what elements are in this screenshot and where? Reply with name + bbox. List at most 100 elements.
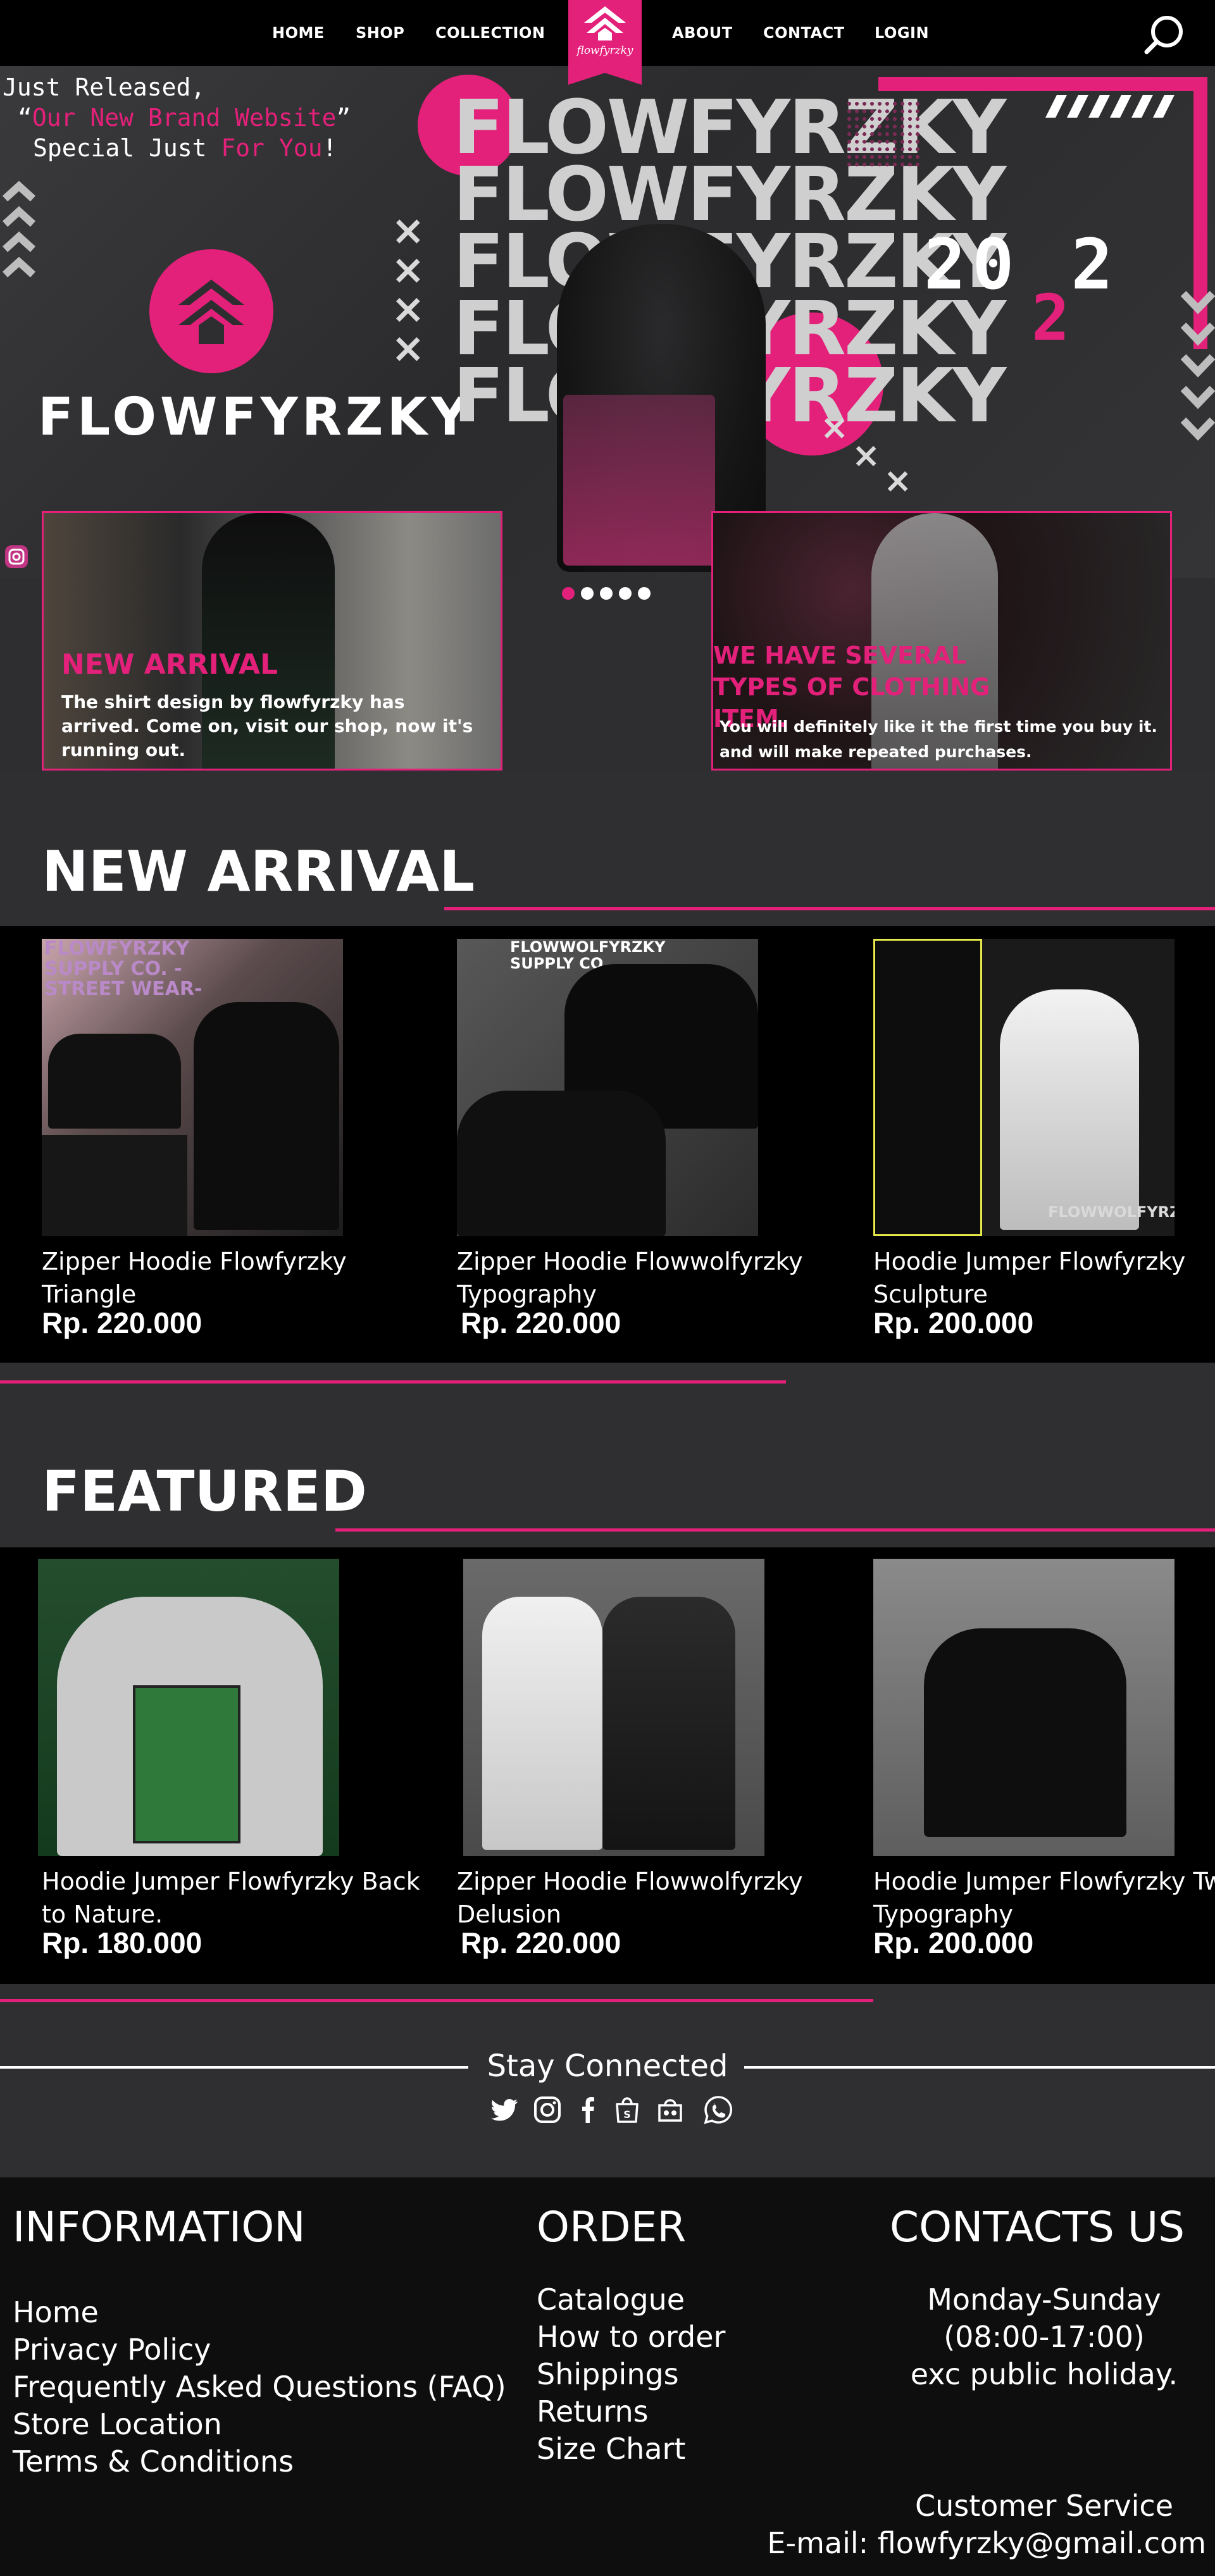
new-arrival-header: NEW ARRIVAL [0,771,1215,926]
contacts-title: CONTACTS US [890,2203,1185,2251]
product-name[interactable]: Zipper Hoodie Flowfyrzky Triangle [42,1245,421,1311]
product-image[interactable]: FLOWFYRZKY SUPPLY CO. -STREET WEAR- [42,939,343,1236]
tokopedia-icon[interactable] [654,2094,686,2126]
logo-chevron-icon [584,6,626,40]
chevron-down-stack-icon [1181,290,1215,441]
slider-dot[interactable] [619,587,632,600]
order-title: ORDER [537,2203,687,2251]
section-divider [0,1999,873,2002]
divider-line [744,2066,1215,2069]
dot-grid-decoration [845,100,920,170]
hero-intro: Just Released, “Our New Brand Website” S… [3,72,351,163]
contact-email[interactable]: E-mail: flowfyrzky@gmail.com [747,2525,1215,2562]
pink-frame-line [878,77,1207,91]
search-icon[interactable] [1142,13,1186,57]
footer-link-home[interactable]: Home [13,2294,506,2331]
x-decoration-icon: × [820,407,849,447]
x-decoration-icon: × [852,435,881,475]
information-title: INFORMATION [13,2203,306,2251]
stay-connected-title: Stay Connected [487,2048,728,2084]
slider-dot[interactable] [562,587,575,600]
product-name[interactable]: Hoodie Jumper Flowfyrzky Twin Typography [873,1865,1215,1931]
whatsapp-icon[interactable] [702,2094,734,2126]
slider-dot[interactable] [581,587,594,600]
logo-text: flowfyrzky [576,44,633,57]
nav-login[interactable]: LOGIN [875,24,929,42]
promo-card-text: You will definitely like it the first ti… [720,717,1157,761]
product-name[interactable]: Hoodie Jumper Flowfyrzky Back to Nature. [42,1865,421,1931]
hero-line-3: Special Just For You! [33,134,337,162]
svg-text:S: S [623,2108,631,2121]
nav-shop[interactable]: SHOP [356,24,404,42]
product-image[interactable] [38,1559,339,1856]
section-divider [0,1380,786,1384]
promo-card-text: The shirt design by flowfyrzky has arriv… [61,691,473,760]
x-decoration-icon: × [883,461,913,500]
facebook-icon[interactable] [572,2094,604,2126]
slider-dots [562,587,651,600]
slider-dot[interactable] [600,587,613,600]
section-divider [335,1528,1215,1532]
instagram-icon[interactable] [532,2094,563,2126]
promo-card-clothing-types[interactable]: WE HAVE SEVERAL TYPES OF CLOTHING ITEM. … [711,511,1172,771]
instagram-icon[interactable] [4,544,29,569]
footer-link-terms[interactable]: Terms & Conditions [13,2443,506,2480]
nav-contact[interactable]: CONTACT [763,24,845,42]
footer-link-catalogue[interactable]: Catalogue [537,2281,725,2319]
product-price: Rp. 220.000 [461,1306,621,1339]
product-name[interactable]: Zipper Hoodie Flowwolfyrzky Typography [457,1245,837,1311]
hero-brand-logo [149,249,273,373]
featured-header: FEATURED [0,1363,1215,1547]
stay-connected: Stay Connected S [0,1999,1215,2177]
product-image[interactable] [873,1559,1174,1856]
top-nav: HOME SHOP COLLECTION flowfyrzky ABOUT CO… [0,0,1215,85]
information-links: Home Privacy Policy Frequently Asked Que… [13,2294,506,2480]
hero-model-print [563,395,715,566]
order-links: Catalogue How to order Shippings Returns… [537,2281,725,2468]
slider-dot[interactable] [638,587,651,600]
shopee-icon[interactable]: S [611,2094,643,2126]
divider-line [0,2066,468,2069]
hero-line-1: Just Released, [3,73,206,101]
promo-card-title: NEW ARRIVAL [61,648,278,681]
footer-link-size-chart[interactable]: Size Chart [537,2430,725,2468]
new-arrival-title: NEW ARRIVAL [42,839,475,904]
product-price: Rp. 220.000 [461,1926,621,1959]
product-name[interactable]: Hoodie Jumper Flowfyrzky Sculpture [873,1245,1215,1311]
hero-banner: Just Released, “Our New Brand Website” S… [0,66,1215,578]
x-pattern-icon: × × × × [391,207,425,372]
footer-link-returns[interactable]: Returns [537,2393,725,2430]
footer-link-faq[interactable]: Frequently Asked Questions (FAQ) [13,2369,506,2406]
hero-year: 20 2 [924,224,1119,305]
product-price: Rp. 180.000 [42,1926,202,1959]
brand-chevron-icon [178,280,244,344]
product-price: Rp. 200.000 [873,1926,1034,1959]
product-image[interactable] [463,1559,764,1856]
promo-card-new-arrival[interactable]: NEW ARRIVAL The shirt design by flowfyrz… [42,511,502,771]
footer-link-how-to-order[interactable]: How to order [537,2319,725,2356]
new-arrival-products: FLOWFYRZKY SUPPLY CO. -STREET WEAR- Zipp… [0,926,1215,1363]
featured-products: Hoodie Jumper Flowfyrzky Back to Nature.… [0,1547,1215,1984]
section-divider [444,907,1215,910]
nav-about[interactable]: ABOUT [672,24,733,42]
product-image[interactable]: FLOWWOLFYRZKY [873,939,1174,1236]
footer-link-privacy[interactable]: Privacy Policy [13,2331,506,2369]
business-hours: Monday-Sunday (08:00-17:00) exc public h… [910,2282,1178,2391]
footer: INFORMATION Home Privacy Policy Frequent… [0,2177,1215,2576]
footer-link-shippings[interactable]: Shippings [537,2356,725,2393]
nav-collection[interactable]: COLLECTION [435,24,545,42]
hero-brand-name: FLOWFYRZKY [38,387,473,447]
product-image[interactable]: FLOWWOLFYRZKY SUPPLY CO. [457,939,758,1236]
product-name[interactable]: Zipper Hoodie Flowwolfyrzky Delusion [457,1865,837,1931]
hazard-stripes-icon [1045,95,1174,118]
nav-logo[interactable]: flowfyrzky [568,0,642,85]
featured-title: FEATURED [42,1459,367,1524]
footer-link-store-location[interactable]: Store Location [13,2406,506,2443]
chevron-stack-icon [2,180,36,278]
hero-line-2: “Our New Brand Website” [18,104,351,132]
product-price: Rp. 220.000 [42,1306,202,1339]
hero-year-accent: 2 [1031,281,1070,355]
customer-service-label: Customer Service [914,2489,1174,2523]
twitter-icon[interactable] [489,2094,520,2126]
nav-home[interactable]: HOME [272,24,325,42]
